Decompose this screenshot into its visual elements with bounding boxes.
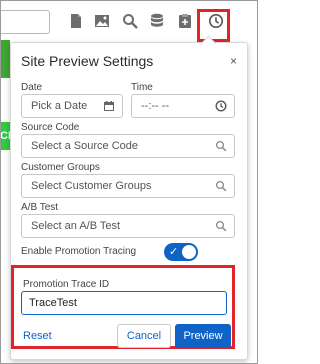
promotion-tracing-label: Enable Promotion Tracing — [21, 246, 137, 257]
date-placeholder: Pick a Date — [31, 100, 88, 112]
customer-groups-label: Customer Groups — [21, 162, 100, 173]
clipboard-icon[interactable] — [177, 13, 193, 29]
source-code-field[interactable]: Select a Source Code — [21, 134, 235, 158]
calendar-icon — [103, 100, 115, 112]
database-icon[interactable] — [149, 13, 165, 29]
promotion-trace-id-value: TraceTest — [29, 297, 77, 309]
search-icon[interactable] — [122, 13, 138, 29]
time-placeholder: --:-- -- — [141, 100, 170, 112]
date-field[interactable]: Pick a Date — [21, 94, 123, 118]
background-banner-strip — [0, 40, 10, 78]
customer-groups-placeholder: Select Customer Groups — [31, 180, 152, 192]
source-code-label: Source Code — [21, 122, 80, 133]
time-label: Time — [131, 82, 153, 93]
site-preview-settings-panel: Site Preview Settings × Date Pick a Date… — [10, 42, 248, 360]
close-icon[interactable]: × — [230, 54, 237, 68]
date-label: Date — [21, 82, 43, 93]
search-icon — [215, 140, 227, 152]
document-icon[interactable] — [68, 13, 84, 29]
promotion-trace-id-label: Promotion Trace ID — [23, 279, 110, 290]
ab-test-label: A/B Test — [21, 202, 59, 213]
clock-icon — [215, 100, 227, 112]
search-icon — [215, 180, 227, 192]
customer-groups-field[interactable]: Select Customer Groups — [21, 174, 235, 198]
source-code-placeholder: Select a Source Code — [31, 140, 139, 152]
search-icon — [215, 220, 227, 232]
cancel-button[interactable]: Cancel — [117, 324, 171, 348]
promotion-trace-id-input[interactable]: TraceTest — [21, 291, 227, 315]
toggle-knob — [182, 245, 196, 259]
ab-test-placeholder: Select an A/B Test — [31, 220, 121, 232]
background-search-field[interactable] — [0, 10, 50, 34]
image-icon[interactable] — [94, 13, 110, 29]
panel-title: Site Preview Settings — [21, 53, 154, 69]
history-icon-highlight — [197, 9, 230, 42]
time-field[interactable]: --:-- -- — [131, 94, 235, 118]
reset-link[interactable]: Reset — [23, 330, 52, 342]
toolbar — [60, 6, 256, 42]
ab-test-field[interactable]: Select an A/B Test — [21, 214, 235, 238]
checkmark-icon: ✓ — [169, 246, 179, 258]
preview-button[interactable]: Preview — [175, 324, 231, 348]
promotion-tracing-toggle[interactable]: ✓ — [164, 243, 198, 261]
